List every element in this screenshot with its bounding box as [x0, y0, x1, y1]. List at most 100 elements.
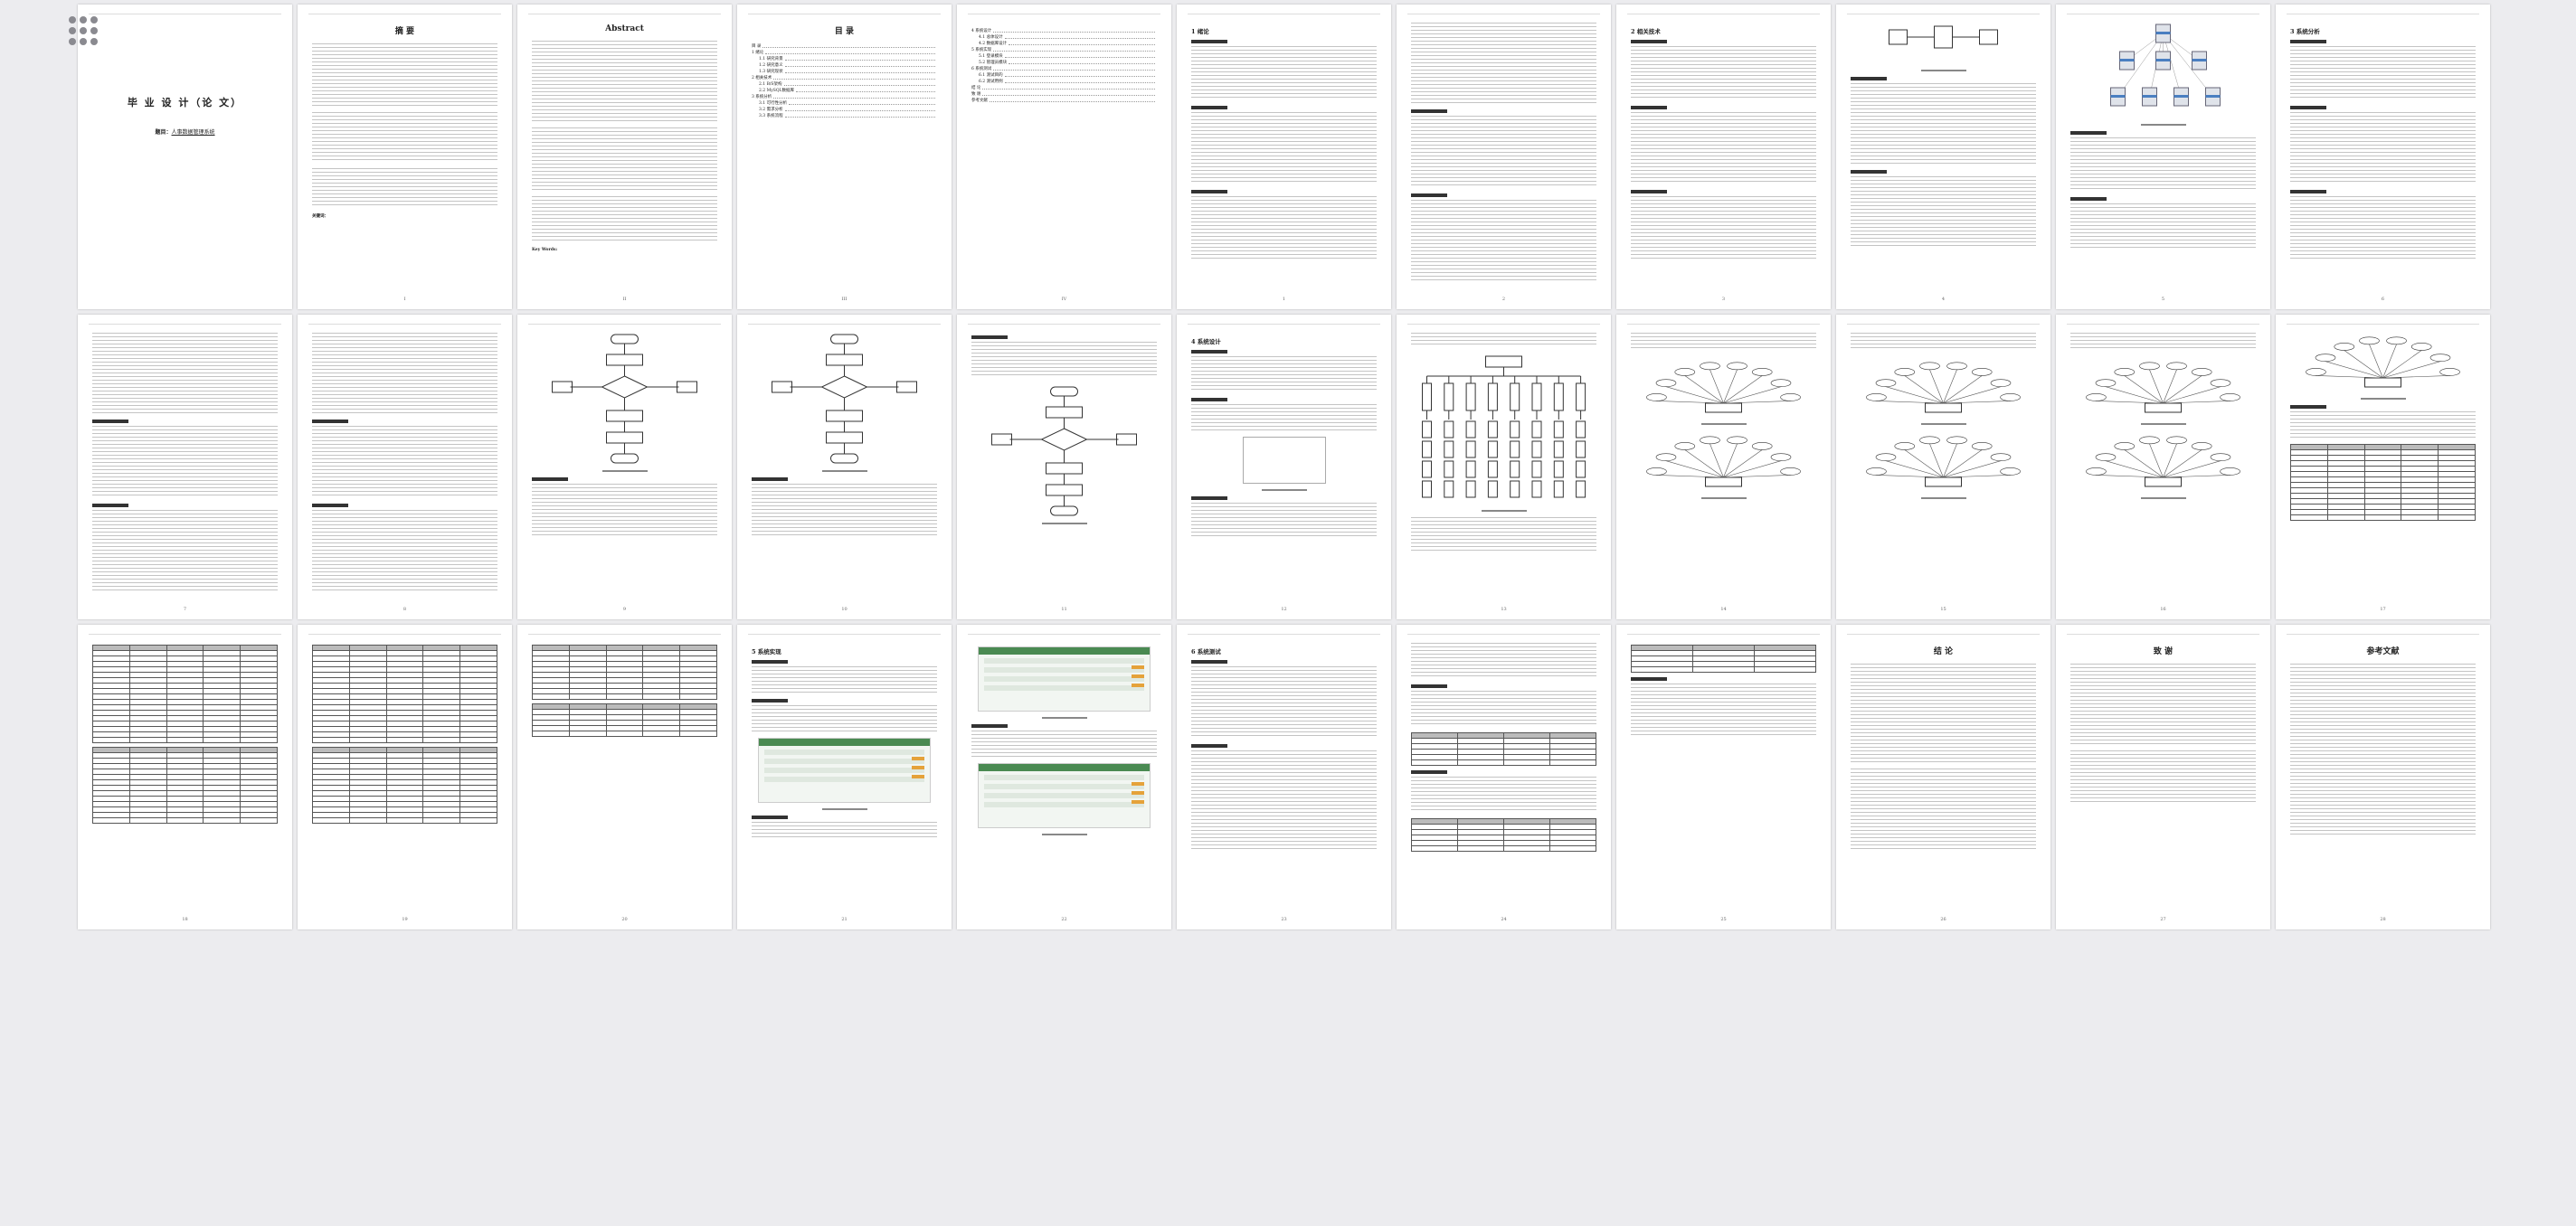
page-thumbnail[interactable]: 19 — [298, 625, 512, 929]
toc-entry[interactable]: 2.2 MySQL数据库 — [752, 88, 937, 94]
page-number: 8 — [402, 607, 407, 612]
toc-entry[interactable]: 5.2 管理员模块 — [971, 60, 1157, 66]
toc-entry[interactable]: 1.3 研究现状 — [752, 69, 937, 75]
toc-entry[interactable]: 6.1 测试目的 — [971, 72, 1157, 79]
flowchart-figure — [552, 334, 697, 464]
toc-entry[interactable]: 参考文献 — [971, 98, 1157, 104]
paragraph — [312, 333, 497, 414]
figure-caption — [1631, 423, 1816, 425]
page-thumbnail[interactable]: 目 录目 录1 绪论 1.1 研究背景 1.2 研究意义 1.3 研究现状 2 相关技术… — [737, 5, 952, 309]
page-number: 12 — [1281, 607, 1287, 612]
toc-entry[interactable]: 3 系统分析 — [752, 94, 937, 100]
page-thumbnail[interactable]: 摘 要关键词： I — [298, 5, 512, 309]
paragraph — [971, 342, 1157, 378]
toc-entry[interactable]: 2.1 B/S架构 — [752, 81, 937, 88]
data-table — [532, 645, 717, 700]
page-thumbnail[interactable]: 结 论 26 — [1836, 625, 2050, 929]
page-thumbnail[interactable]: 14 — [1616, 315, 1831, 619]
paragraph — [1191, 196, 1377, 259]
toc-entry[interactable]: 6.2 测试用例 — [971, 79, 1157, 85]
page-thumbnail[interactable]: 4 — [1836, 5, 2050, 309]
page-thumbnail[interactable]: 7 — [78, 315, 292, 619]
figure-caption — [532, 470, 717, 472]
page-thumbnail[interactable]: 2 相关技术 3 — [1616, 5, 1831, 309]
page-thumbnail[interactable]: 毕 业 设 计（论 文） 题目：人事数据管理系统 — [78, 5, 292, 309]
section-heading — [1631, 190, 1667, 193]
paragraph — [1191, 112, 1377, 184]
page-thumbnail[interactable]: 参考文献 28 — [2276, 625, 2490, 929]
paragraph — [2290, 112, 2476, 184]
paragraph — [1191, 356, 1377, 392]
toc-entry[interactable]: 1.2 研究意义 — [752, 62, 937, 69]
toc-entry[interactable]: 5.1 登录模块 — [971, 53, 1157, 60]
toc-entry[interactable]: 3.2 需求分析 — [752, 107, 937, 113]
toc-entry[interactable]: 结 论 — [971, 85, 1157, 91]
toc-entry[interactable]: 1.1 研究背景 — [752, 56, 937, 62]
screenshot-figure — [978, 646, 1151, 712]
page-thumbnail[interactable]: 5 — [2056, 5, 2270, 309]
paragraph — [2070, 664, 2256, 745]
data-table — [1631, 645, 1816, 673]
toc-entry[interactable]: 5 系统实现 — [971, 47, 1157, 53]
page-thumbnail[interactable]: 20 — [517, 625, 732, 929]
grid-menu-icon[interactable] — [69, 16, 98, 45]
section-heading — [1191, 744, 1227, 748]
toc-entry[interactable]: 3.1 可行性分析 — [752, 100, 937, 107]
page-thumbnail[interactable]: 25 — [1616, 625, 1831, 929]
toc-entry[interactable]: 6 系统测试 — [971, 66, 1157, 72]
page-thumbnail[interactable]: 2 — [1397, 5, 1611, 309]
figure-caption — [2070, 497, 2256, 499]
page-thumbnail[interactable]: 4 系统设计 12 — [1177, 315, 1391, 619]
page-thumbnail[interactable]: 15 — [1836, 315, 2050, 619]
page-number: 3 — [1721, 297, 1726, 302]
paragraph — [1411, 23, 1596, 104]
paragraph — [1191, 46, 1377, 100]
er-diagram — [1866, 362, 2021, 413]
page-number: III — [841, 297, 848, 302]
page-thumbnail[interactable]: Abstract Key Words: II — [517, 5, 732, 309]
toc-entry[interactable]: 2 相关技术 — [752, 75, 937, 81]
paragraph — [1851, 83, 2036, 165]
chapter-heading: 6 系统测试 — [1191, 648, 1221, 655]
page-thumbnail[interactable]: 10 — [737, 315, 952, 619]
chapter-heading: 3 系统分析 — [2290, 28, 2320, 35]
toc-entry[interactable]: 4.2 数据库设计 — [971, 41, 1157, 47]
page-thumbnail[interactable]: 24 — [1397, 625, 1611, 929]
data-table — [2290, 444, 2476, 521]
paragraph — [752, 822, 937, 840]
toc-entry[interactable]: 目 录 — [752, 43, 937, 50]
page-thumbnail[interactable]: 9 — [517, 315, 732, 619]
figure-caption — [971, 717, 1157, 719]
page-number: 19 — [402, 917, 408, 922]
page-thumbnail[interactable]: 13 — [1397, 315, 1611, 619]
page-thumbnail[interactable]: 8 — [298, 315, 512, 619]
page-thumbnail[interactable]: 6 系统测试 23 — [1177, 625, 1391, 929]
paragraph — [1631, 112, 1816, 184]
page-thumbnail[interactable]: 3 系统分析 6 — [2276, 5, 2490, 309]
section-heading — [1631, 677, 1667, 681]
page-number: 18 — [182, 917, 188, 922]
toc-entry[interactable]: 4 系统设计 — [971, 28, 1157, 34]
section-heading — [752, 816, 788, 819]
page-number: 27 — [2160, 917, 2166, 922]
page-thumbnail[interactable]: 致 谢 27 — [2056, 625, 2270, 929]
toc-entry[interactable]: 4.1 总体设计 — [971, 34, 1157, 41]
page-thumbnail[interactable]: 4 系统设计 4.1 总体设计 4.2 数据库设计 5 系统实现 5.1 登录模块 5.2… — [957, 5, 1171, 309]
toc-entry[interactable]: 1 绪论 — [752, 50, 937, 56]
page-number: 24 — [1501, 917, 1507, 922]
page-thumbnail[interactable]: 17 — [2276, 315, 2490, 619]
section-heading — [1191, 350, 1227, 354]
page-thumbnail[interactable]: 22 — [957, 625, 1171, 929]
paragraph — [312, 168, 497, 208]
page-thumbnail[interactable]: 1 绪论 1 — [1177, 5, 1391, 309]
paragraph — [532, 41, 717, 122]
page-number: 13 — [1501, 607, 1507, 612]
page-thumbnail[interactable]: 16 — [2056, 315, 2270, 619]
page-thumbnail[interactable]: 11 — [957, 315, 1171, 619]
toc-entry[interactable]: 3.3 系统流程 — [752, 113, 937, 119]
page-thumbnail[interactable]: 5 系统实现 21 — [737, 625, 952, 929]
page-thumbnail[interactable]: 18 — [78, 625, 292, 929]
figure-caption — [2290, 398, 2476, 400]
toc-entry[interactable]: 致 谢 — [971, 91, 1157, 98]
figure-caption — [1191, 489, 1377, 491]
